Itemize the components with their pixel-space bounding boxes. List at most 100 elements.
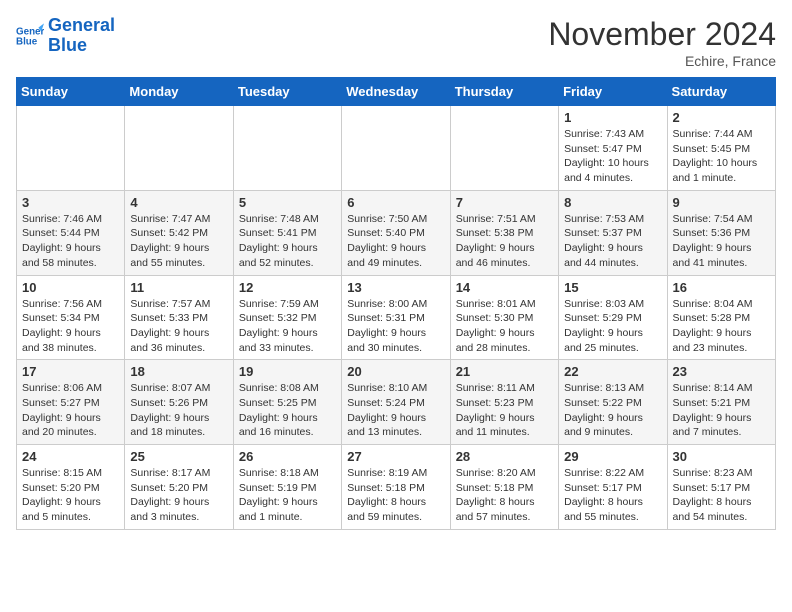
calendar-cell: 8 Sunrise: 7:53 AM Sunset: 5:37 PM Daylig… [559, 190, 667, 275]
calendar-cell: 9 Sunrise: 7:54 AM Sunset: 5:36 PM Daylig… [667, 190, 775, 275]
month-title: November 2024 [548, 16, 776, 53]
day-header-thursday: Thursday [450, 78, 558, 106]
calendar-week-5: 24 Sunrise: 8:15 AM Sunset: 5:20 PM Dayli… [17, 445, 776, 530]
calendar-cell: 12Sunrise: 7:59 AM Sunset: 5:32 PM Dayli… [233, 275, 341, 360]
cell-info: Sunrise: 7:47 AM Sunset: 5:42 PM Dayligh… [130, 212, 227, 271]
day-number: 23 [673, 364, 770, 379]
cell-info: Sunrise: 7:53 AM Sunset: 5:37 PM Dayligh… [564, 212, 661, 271]
day-number: 15 [564, 280, 661, 295]
day-number: 9 [673, 195, 770, 210]
day-number: 13 [347, 280, 444, 295]
calendar-cell: 1 Sunrise: 7:43 AM Sunset: 5:47 PM Daylig… [559, 106, 667, 191]
day-number: 28 [456, 449, 553, 464]
cell-info: Sunrise: 8:14 AM Sunset: 5:21 PM Dayligh… [673, 381, 770, 440]
calendar-cell [342, 106, 450, 191]
cell-info: Sunrise: 8:11 AM Sunset: 5:23 PM Dayligh… [456, 381, 553, 440]
day-header-monday: Monday [125, 78, 233, 106]
calendar-table: SundayMondayTuesdayWednesdayThursdayFrid… [16, 77, 776, 530]
day-number: 27 [347, 449, 444, 464]
day-number: 30 [673, 449, 770, 464]
cell-info: Sunrise: 7:54 AM Sunset: 5:36 PM Dayligh… [673, 212, 770, 271]
calendar-cell: 6 Sunrise: 7:50 AM Sunset: 5:40 PM Daylig… [342, 190, 450, 275]
cell-info: Sunrise: 7:51 AM Sunset: 5:38 PM Dayligh… [456, 212, 553, 271]
calendar-cell: 4 Sunrise: 7:47 AM Sunset: 5:42 PM Daylig… [125, 190, 233, 275]
day-number: 8 [564, 195, 661, 210]
header-row: SundayMondayTuesdayWednesdayThursdayFrid… [17, 78, 776, 106]
cell-info: Sunrise: 8:10 AM Sunset: 5:24 PM Dayligh… [347, 381, 444, 440]
calendar-cell [125, 106, 233, 191]
calendar-week-3: 10 Sunrise: 7:56 AM Sunset: 5:34 PM Dayli… [17, 275, 776, 360]
day-number: 1 [564, 110, 661, 125]
calendar-cell: 20 Sunrise: 8:10 AM Sunset: 5:24 PM Dayli… [342, 360, 450, 445]
cell-info: Sunrise: 7:57 AM Sunset: 5:33 PM Dayligh… [130, 297, 227, 356]
day-number: 3 [22, 195, 119, 210]
cell-info: Sunrise: 8:18 AM Sunset: 5:19 PM Dayligh… [239, 466, 336, 525]
cell-info: Sunrise: 8:13 AM Sunset: 5:22 PM Dayligh… [564, 381, 661, 440]
cell-info: Sunrise: 8:07 AM Sunset: 5:26 PM Dayligh… [130, 381, 227, 440]
day-number: 18 [130, 364, 227, 379]
calendar-cell: 25 Sunrise: 8:17 AM Sunset: 5:20 PM Dayli… [125, 445, 233, 530]
cell-info: Sunrise: 7:56 AM Sunset: 5:34 PM Dayligh… [22, 297, 119, 356]
day-number: 26 [239, 449, 336, 464]
day-number: 4 [130, 195, 227, 210]
calendar-cell: 26 Sunrise: 8:18 AM Sunset: 5:19 PM Dayli… [233, 445, 341, 530]
calendar-cell: 16 Sunrise: 8:04 AM Sunset: 5:28 PM Dayli… [667, 275, 775, 360]
calendar-cell: 3Sunrise: 7:46 AM Sunset: 5:44 PM Daylig… [17, 190, 125, 275]
day-number: 11 [130, 280, 227, 295]
calendar-cell [233, 106, 341, 191]
cell-info: Sunrise: 8:01 AM Sunset: 5:30 PM Dayligh… [456, 297, 553, 356]
calendar-week-4: 17Sunrise: 8:06 AM Sunset: 5:27 PM Dayli… [17, 360, 776, 445]
day-number: 29 [564, 449, 661, 464]
logo: General Blue General Blue [16, 16, 115, 56]
calendar-cell: 23 Sunrise: 8:14 AM Sunset: 5:21 PM Dayli… [667, 360, 775, 445]
calendar-cell: 18 Sunrise: 8:07 AM Sunset: 5:26 PM Dayli… [125, 360, 233, 445]
calendar-cell: 30 Sunrise: 8:23 AM Sunset: 5:17 PM Dayli… [667, 445, 775, 530]
cell-info: Sunrise: 7:48 AM Sunset: 5:41 PM Dayligh… [239, 212, 336, 271]
day-header-sunday: Sunday [17, 78, 125, 106]
calendar-cell: 14 Sunrise: 8:01 AM Sunset: 5:30 PM Dayli… [450, 275, 558, 360]
day-number: 14 [456, 280, 553, 295]
day-number: 24 [22, 449, 119, 464]
calendar-cell: 13 Sunrise: 8:00 AM Sunset: 5:31 PM Dayli… [342, 275, 450, 360]
cell-info: Sunrise: 8:20 AM Sunset: 5:18 PM Dayligh… [456, 466, 553, 525]
logo-text: General Blue [48, 16, 115, 56]
calendar-cell: 10 Sunrise: 7:56 AM Sunset: 5:34 PM Dayli… [17, 275, 125, 360]
day-number: 19 [239, 364, 336, 379]
cell-info: Sunrise: 8:17 AM Sunset: 5:20 PM Dayligh… [130, 466, 227, 525]
day-number: 6 [347, 195, 444, 210]
calendar-cell: 7 Sunrise: 7:51 AM Sunset: 5:38 PM Daylig… [450, 190, 558, 275]
day-number: 22 [564, 364, 661, 379]
cell-info: Sunrise: 8:06 AM Sunset: 5:27 PM Dayligh… [22, 381, 119, 440]
day-number: 5 [239, 195, 336, 210]
cell-info: Sunrise: 8:04 AM Sunset: 5:28 PM Dayligh… [673, 297, 770, 356]
calendar-cell: 11 Sunrise: 7:57 AM Sunset: 5:33 PM Dayli… [125, 275, 233, 360]
day-number: 25 [130, 449, 227, 464]
calendar-cell [17, 106, 125, 191]
page-header: General Blue General Blue November 2024 … [16, 16, 776, 69]
cell-info: Sunrise: 7:43 AM Sunset: 5:47 PM Dayligh… [564, 127, 661, 186]
cell-info: Sunrise: 8:22 AM Sunset: 5:17 PM Dayligh… [564, 466, 661, 525]
calendar-cell: 19Sunrise: 8:08 AM Sunset: 5:25 PM Dayli… [233, 360, 341, 445]
calendar-cell: 17Sunrise: 8:06 AM Sunset: 5:27 PM Dayli… [17, 360, 125, 445]
calendar-cell: 5 Sunrise: 7:48 AM Sunset: 5:41 PM Daylig… [233, 190, 341, 275]
day-header-friday: Friday [559, 78, 667, 106]
cell-info: Sunrise: 7:50 AM Sunset: 5:40 PM Dayligh… [347, 212, 444, 271]
day-number: 2 [673, 110, 770, 125]
day-number: 7 [456, 195, 553, 210]
day-number: 10 [22, 280, 119, 295]
cell-info: Sunrise: 8:15 AM Sunset: 5:20 PM Dayligh… [22, 466, 119, 525]
calendar-cell: 15 Sunrise: 8:03 AM Sunset: 5:29 PM Dayli… [559, 275, 667, 360]
cell-info: Sunrise: 8:00 AM Sunset: 5:31 PM Dayligh… [347, 297, 444, 356]
calendar-cell [450, 106, 558, 191]
cell-info: Sunrise: 7:44 AM Sunset: 5:45 PM Dayligh… [673, 127, 770, 186]
calendar-cell: 2 Sunrise: 7:44 AM Sunset: 5:45 PM Daylig… [667, 106, 775, 191]
cell-info: Sunrise: 8:23 AM Sunset: 5:17 PM Dayligh… [673, 466, 770, 525]
calendar-week-2: 3Sunrise: 7:46 AM Sunset: 5:44 PM Daylig… [17, 190, 776, 275]
location: Echire, France [548, 53, 776, 69]
day-number: 21 [456, 364, 553, 379]
cell-info: Sunrise: 8:03 AM Sunset: 5:29 PM Dayligh… [564, 297, 661, 356]
cell-info: Sunrise: 7:59 AM Sunset: 5:32 PM Dayligh… [239, 297, 336, 356]
day-number: 20 [347, 364, 444, 379]
day-number: 16 [673, 280, 770, 295]
calendar-cell: 27Sunrise: 8:19 AM Sunset: 5:18 PM Dayli… [342, 445, 450, 530]
